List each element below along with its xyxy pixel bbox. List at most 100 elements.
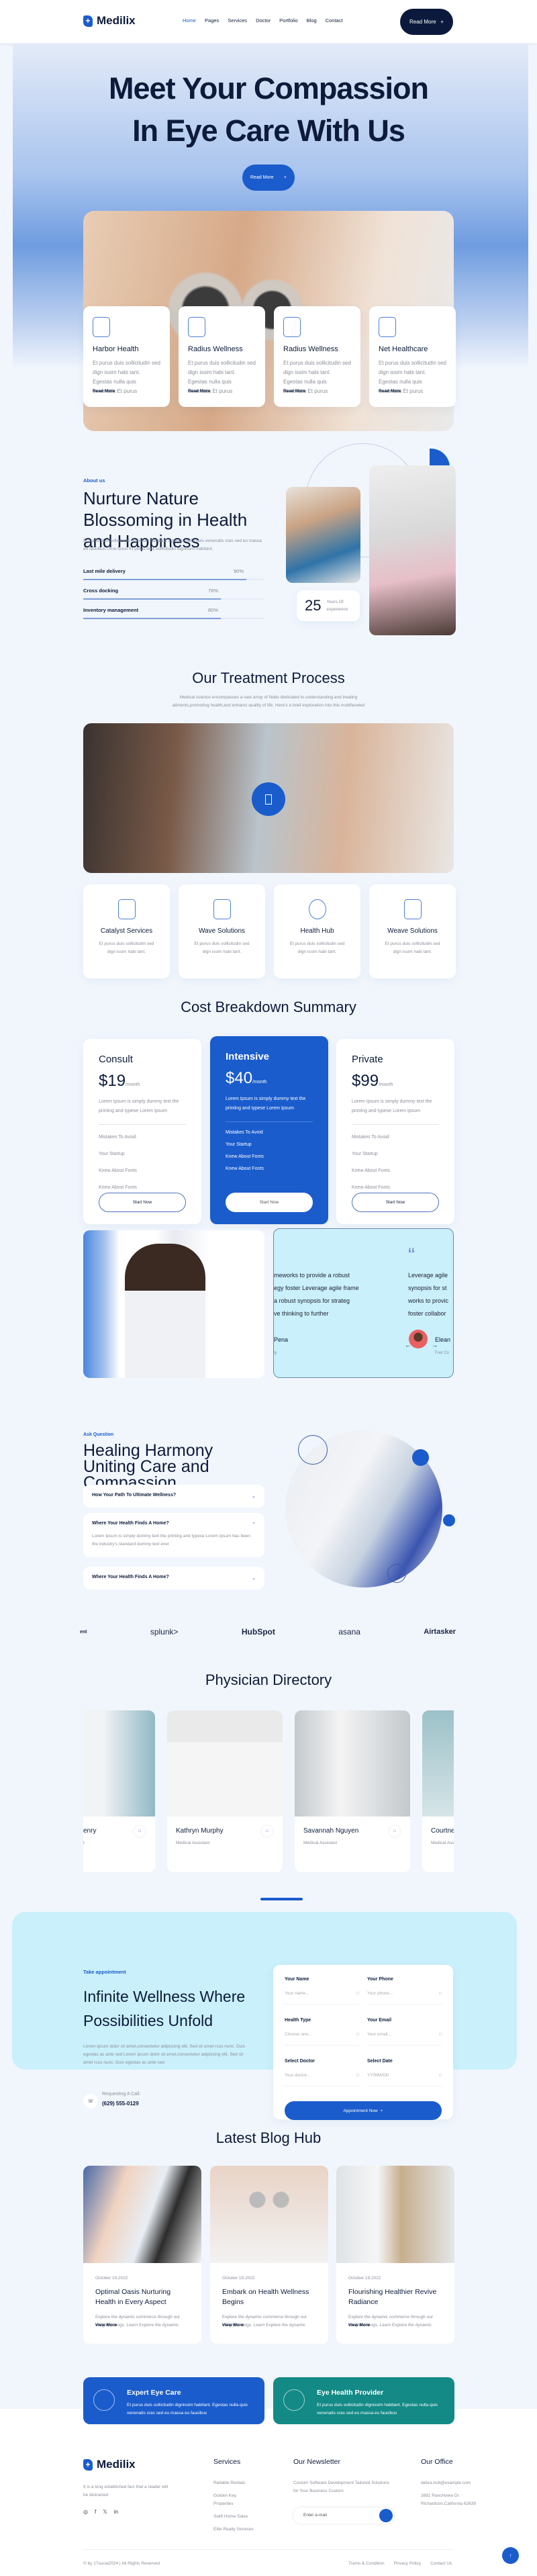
medical-device-icon bbox=[403, 899, 422, 919]
hero-title: Meet Your Compassion In Eye Care With Us bbox=[109, 71, 429, 148]
tooth-icon bbox=[117, 899, 136, 919]
footer-link[interactable]: Reliable Rentals bbox=[213, 2479, 267, 2487]
service-card: Net Healthcare Et purus duis sollicitudin… bbox=[369, 306, 456, 407]
blog-card[interactable]: October 19,2022 Embark on Health Wellness… bbox=[210, 2166, 328, 2344]
play-icon bbox=[265, 794, 272, 804]
hero-read-more-button[interactable]: Read More + bbox=[242, 165, 295, 191]
start-now-button[interactable]: Start Now bbox=[226, 1193, 313, 1212]
mail-icon: □ bbox=[439, 2032, 442, 2037]
decorative-dot bbox=[412, 1449, 429, 1466]
blog-card[interactable]: October 19,2022 Flourishing Healthier Rev… bbox=[336, 2166, 454, 2344]
arrow-up-icon: ↑ bbox=[509, 2552, 512, 2559]
phone-field[interactable]: Your Phone Your phone... □ bbox=[367, 1977, 442, 2005]
appointment-title: Infinite Wellness Where Possibilities Unf… bbox=[83, 1988, 246, 2029]
footer-about: + Medilix It is a long established fact t… bbox=[83, 2458, 170, 2515]
nav-doctor[interactable]: Doctor bbox=[256, 17, 271, 24]
view-more-link[interactable]: View More bbox=[348, 2323, 370, 2328]
physician-card[interactable]: Savannah Nguyen Medical Assistant □ bbox=[295, 1710, 410, 1872]
facebook-icon[interactable]: f bbox=[95, 2509, 96, 2515]
chevron-down-icon: □ bbox=[356, 2073, 359, 2078]
footer-link[interactable]: Swift Home Sales bbox=[213, 2513, 267, 2521]
date-field[interactable]: Select Date YY/MM/DD □ bbox=[367, 2059, 442, 2086]
share-icon: □ bbox=[389, 1826, 400, 1837]
send-button[interactable] bbox=[379, 2509, 393, 2522]
nav-portfolio[interactable]: Portfolio bbox=[279, 17, 298, 24]
footer-logo[interactable]: + Medilix bbox=[83, 2458, 170, 2471]
faq-item[interactable]: How Your Path To Ultimate Wellness? ⌄ bbox=[83, 1485, 264, 1508]
read-more-link[interactable]: Read More bbox=[379, 389, 401, 394]
linkedin-icon[interactable]: in bbox=[114, 2509, 118, 2515]
testimonial-quote-b: Leverage agile synopsis for st works to pr… bbox=[408, 1272, 449, 1317]
social-links: ◎ f 𝕏in bbox=[83, 2509, 170, 2515]
logo[interactable]: + Medilix bbox=[83, 14, 136, 28]
physician-title: Physician Directory bbox=[205, 1671, 332, 1688]
footer-link[interactable]: Golden Key Properties bbox=[213, 2492, 244, 2508]
view-more-link[interactable]: View More bbox=[222, 2323, 244, 2328]
phone-number[interactable]: (629) 555-0129 bbox=[102, 2101, 139, 2107]
cta-card-eye-health-provider[interactable]: Eye Health Provider Et purus duis sollici… bbox=[273, 2377, 454, 2424]
view-more-link[interactable]: View More bbox=[95, 2323, 117, 2328]
cta-card-expert-eye-care[interactable]: Expert Eye Care Et purus duis sollicitudi… bbox=[83, 2377, 264, 2424]
blog-card[interactable]: October 19,2022 Optimal Oasis Nurturing H… bbox=[83, 2166, 201, 2344]
partner-logo-airtasker: Airtasker bbox=[424, 1628, 456, 1636]
nav-contact[interactable]: Contact bbox=[326, 17, 343, 24]
plus-icon: + bbox=[380, 2108, 383, 2113]
health-type-select[interactable]: Health Type Choose one... □ bbox=[285, 2018, 359, 2045]
logo-cross-icon: + bbox=[83, 2458, 93, 2471]
nav-pages[interactable]: Pages bbox=[205, 17, 219, 24]
blog-title: Latest Blog Hub bbox=[215, 2129, 322, 2146]
read-more-link[interactable]: Read More bbox=[283, 389, 305, 394]
nav-home[interactable]: Home bbox=[183, 17, 196, 24]
footer-divider bbox=[83, 2549, 454, 2550]
faq-item-open[interactable]: Where Your Health Finds A Home? ⌃ Lorem Ip… bbox=[83, 1513, 264, 1557]
treatment-card: Weave Solutions Et purus duis sollicitudi… bbox=[369, 884, 456, 978]
faq-tag: Ask Question bbox=[83, 1432, 114, 1437]
email-field[interactable]: Your Email Your email... □ bbox=[367, 2018, 442, 2045]
partner-logo-hubspot: HubSpot bbox=[241, 1627, 275, 1637]
plus-icon: + bbox=[440, 19, 444, 25]
calendar-icon: □ bbox=[439, 2073, 442, 2078]
read-more-link[interactable]: Read More bbox=[188, 389, 210, 394]
nav-services[interactable]: Services bbox=[228, 17, 247, 24]
service-card: Radius Wellness Et purus duis sollicitudi… bbox=[179, 306, 265, 407]
testimonial-slider[interactable]: meworks to provide a robust egy foster Le… bbox=[273, 1228, 454, 1378]
physician-card[interactable]: enry t □ bbox=[83, 1710, 155, 1872]
progress-bar: Last mile delivery 90% bbox=[83, 568, 264, 588]
physician-card[interactable]: Courtne Medical Ass bbox=[422, 1710, 454, 1872]
lungs-icon bbox=[93, 2389, 115, 2411]
next-arrow-icon[interactable]: → bbox=[432, 1342, 438, 1348]
about-tag: About us bbox=[83, 477, 105, 484]
x-icon[interactable]: 𝕏 bbox=[103, 2509, 107, 2515]
read-more-link[interactable]: Read More bbox=[93, 389, 115, 394]
physician-carousel[interactable]: enry t □ Kathryn Murphy Medical Assistant □ … bbox=[83, 1710, 454, 1875]
chevron-icon: ⌄ bbox=[252, 1576, 256, 1581]
footer-link[interactable]: Elite Realty Services bbox=[213, 2526, 267, 2534]
pricing-card-consult: Consult $19/month Lorem Ipsum is simply d… bbox=[83, 1039, 201, 1224]
appointment-now-button[interactable]: Appointment Now + bbox=[285, 2101, 442, 2120]
doctor-select[interactable]: Select Doctor Your doctor... □ bbox=[285, 2059, 359, 2086]
start-now-button[interactable]: Start Now bbox=[352, 1193, 439, 1212]
physician-card[interactable]: Kathryn Murphy Medical Assistant □ bbox=[167, 1710, 283, 1872]
treatment-card: Wave Solutions Et purus duis sollicitudin… bbox=[179, 884, 265, 978]
footer-services: Services Reliable Rentals Golden Key Pro… bbox=[213, 2458, 267, 2538]
progress-bar: Cross docking 76% bbox=[83, 588, 264, 607]
header-read-more-button[interactable]: Read More + bbox=[400, 9, 453, 35]
office-email[interactable]: debra.holt@example.com bbox=[421, 2479, 501, 2487]
play-video-button[interactable] bbox=[252, 782, 285, 816]
quote-icon: “ bbox=[408, 1244, 415, 1267]
instagram-icon[interactable]: ◎ bbox=[83, 2509, 88, 2515]
start-now-button[interactable]: Start Now bbox=[99, 1193, 186, 1212]
pricing-card-intensive: Intensive $40/month Lorem Ipsum is simply… bbox=[210, 1036, 328, 1224]
carousel-indicator[interactable] bbox=[260, 1898, 303, 1900]
scroll-to-top-button[interactable]: ↑ bbox=[502, 2547, 519, 2564]
prev-arrow-icon[interactable]: ← bbox=[405, 1342, 411, 1348]
chevron-down-icon: □ bbox=[356, 2032, 359, 2037]
faq-item[interactable]: Where Your Health Finds A Home? ⌄ bbox=[83, 1567, 264, 1590]
name-field[interactable]: Your Name Your name... □ bbox=[285, 1977, 359, 2005]
footer-legal-links: Trams & Condition Privacy Policy Contact U… bbox=[348, 2561, 452, 2566]
about-image-eye-exam bbox=[369, 465, 456, 635]
newsletter-email-input[interactable]: Enter e-mail bbox=[293, 2508, 394, 2524]
clipboard-icon bbox=[283, 2389, 305, 2411]
nav-blog[interactable]: Blog bbox=[307, 17, 317, 24]
partner-logo-splunk: splunk> bbox=[150, 1627, 179, 1637]
